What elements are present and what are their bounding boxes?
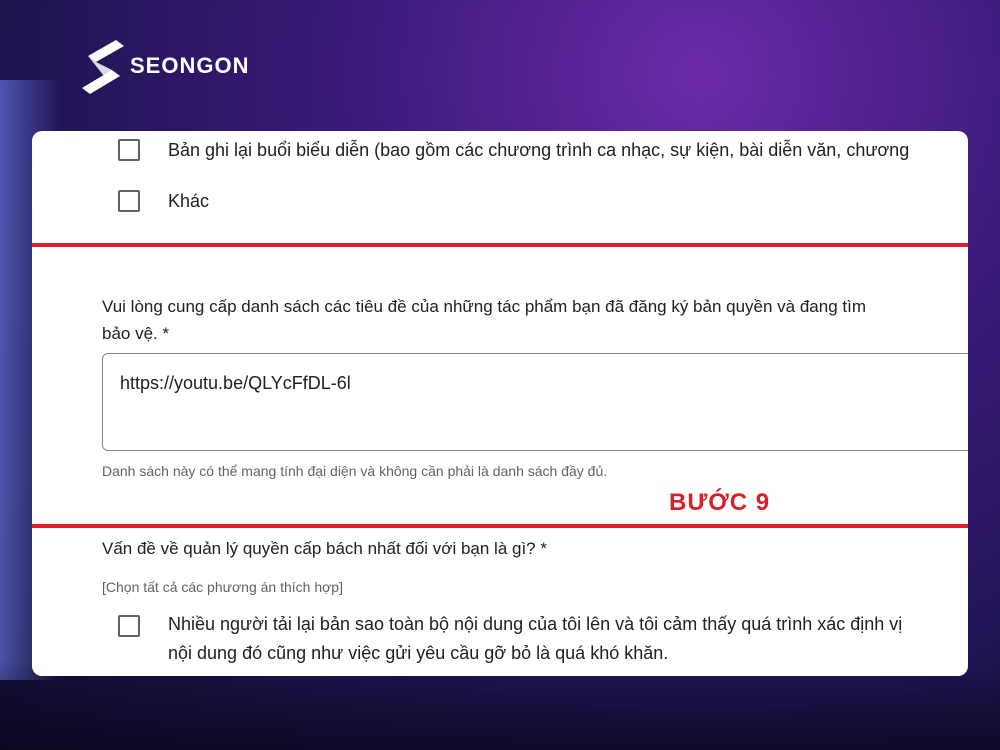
- titles-textarea-value: https://youtu.be/QLYcFfDL-6l: [120, 373, 351, 393]
- option-reuploads-label: Nhiều người tải lại bản sao toàn bộ nội …: [168, 610, 968, 668]
- option-performance-recording[interactable]: Bản ghi lại buổi biểu diễn (bao gồm các …: [118, 139, 909, 161]
- checkbox-other[interactable]: [118, 190, 140, 212]
- question-titles: Vui lòng cung cấp danh sách các tiêu đề …: [102, 293, 968, 347]
- helper-text: Danh sách này có thể mang tính đại diện …: [102, 463, 608, 479]
- seongon-logo-icon: [82, 40, 124, 94]
- brand-logo: SEONGON: [78, 36, 249, 96]
- divider-highlight-top: [32, 243, 968, 247]
- question-hint: [Chọn tất cả các phương án thích hợp]: [102, 579, 343, 595]
- form-card: Bản ghi lại buổi biểu diễn (bao gồm các …: [32, 131, 968, 676]
- titles-textarea[interactable]: https://youtu.be/QLYcFfDL-6l: [102, 353, 968, 451]
- question-titles-line2: bảo vệ. *: [102, 324, 170, 343]
- brand-name: SEONGON: [130, 53, 250, 78]
- question-urgent-issue: Vấn đề về quản lý quyền cấp bách nhất đố…: [102, 539, 547, 558]
- option-label: Khác: [168, 190, 210, 211]
- option-reuploads[interactable]: Nhiều người tải lại bản sao toàn bộ nội …: [118, 614, 968, 668]
- question-titles-line1: Vui lòng cung cấp danh sách các tiêu đề …: [102, 297, 867, 316]
- option-other[interactable]: Khác: [118, 190, 209, 212]
- option-reuploads-line2: nội dung đó cũng như việc gửi yêu cầu gỡ…: [168, 643, 669, 663]
- divider-highlight-bottom: [32, 524, 968, 528]
- checkbox-reuploads[interactable]: [118, 615, 140, 637]
- step-label: BƯỚC 9: [669, 489, 771, 516]
- option-label: Bản ghi lại buổi biểu diễn (bao gồm các …: [168, 139, 910, 160]
- option-reuploads-line1: Nhiều người tải lại bản sao toàn bộ nội …: [168, 614, 903, 634]
- checkbox-performance-recording[interactable]: [118, 139, 140, 161]
